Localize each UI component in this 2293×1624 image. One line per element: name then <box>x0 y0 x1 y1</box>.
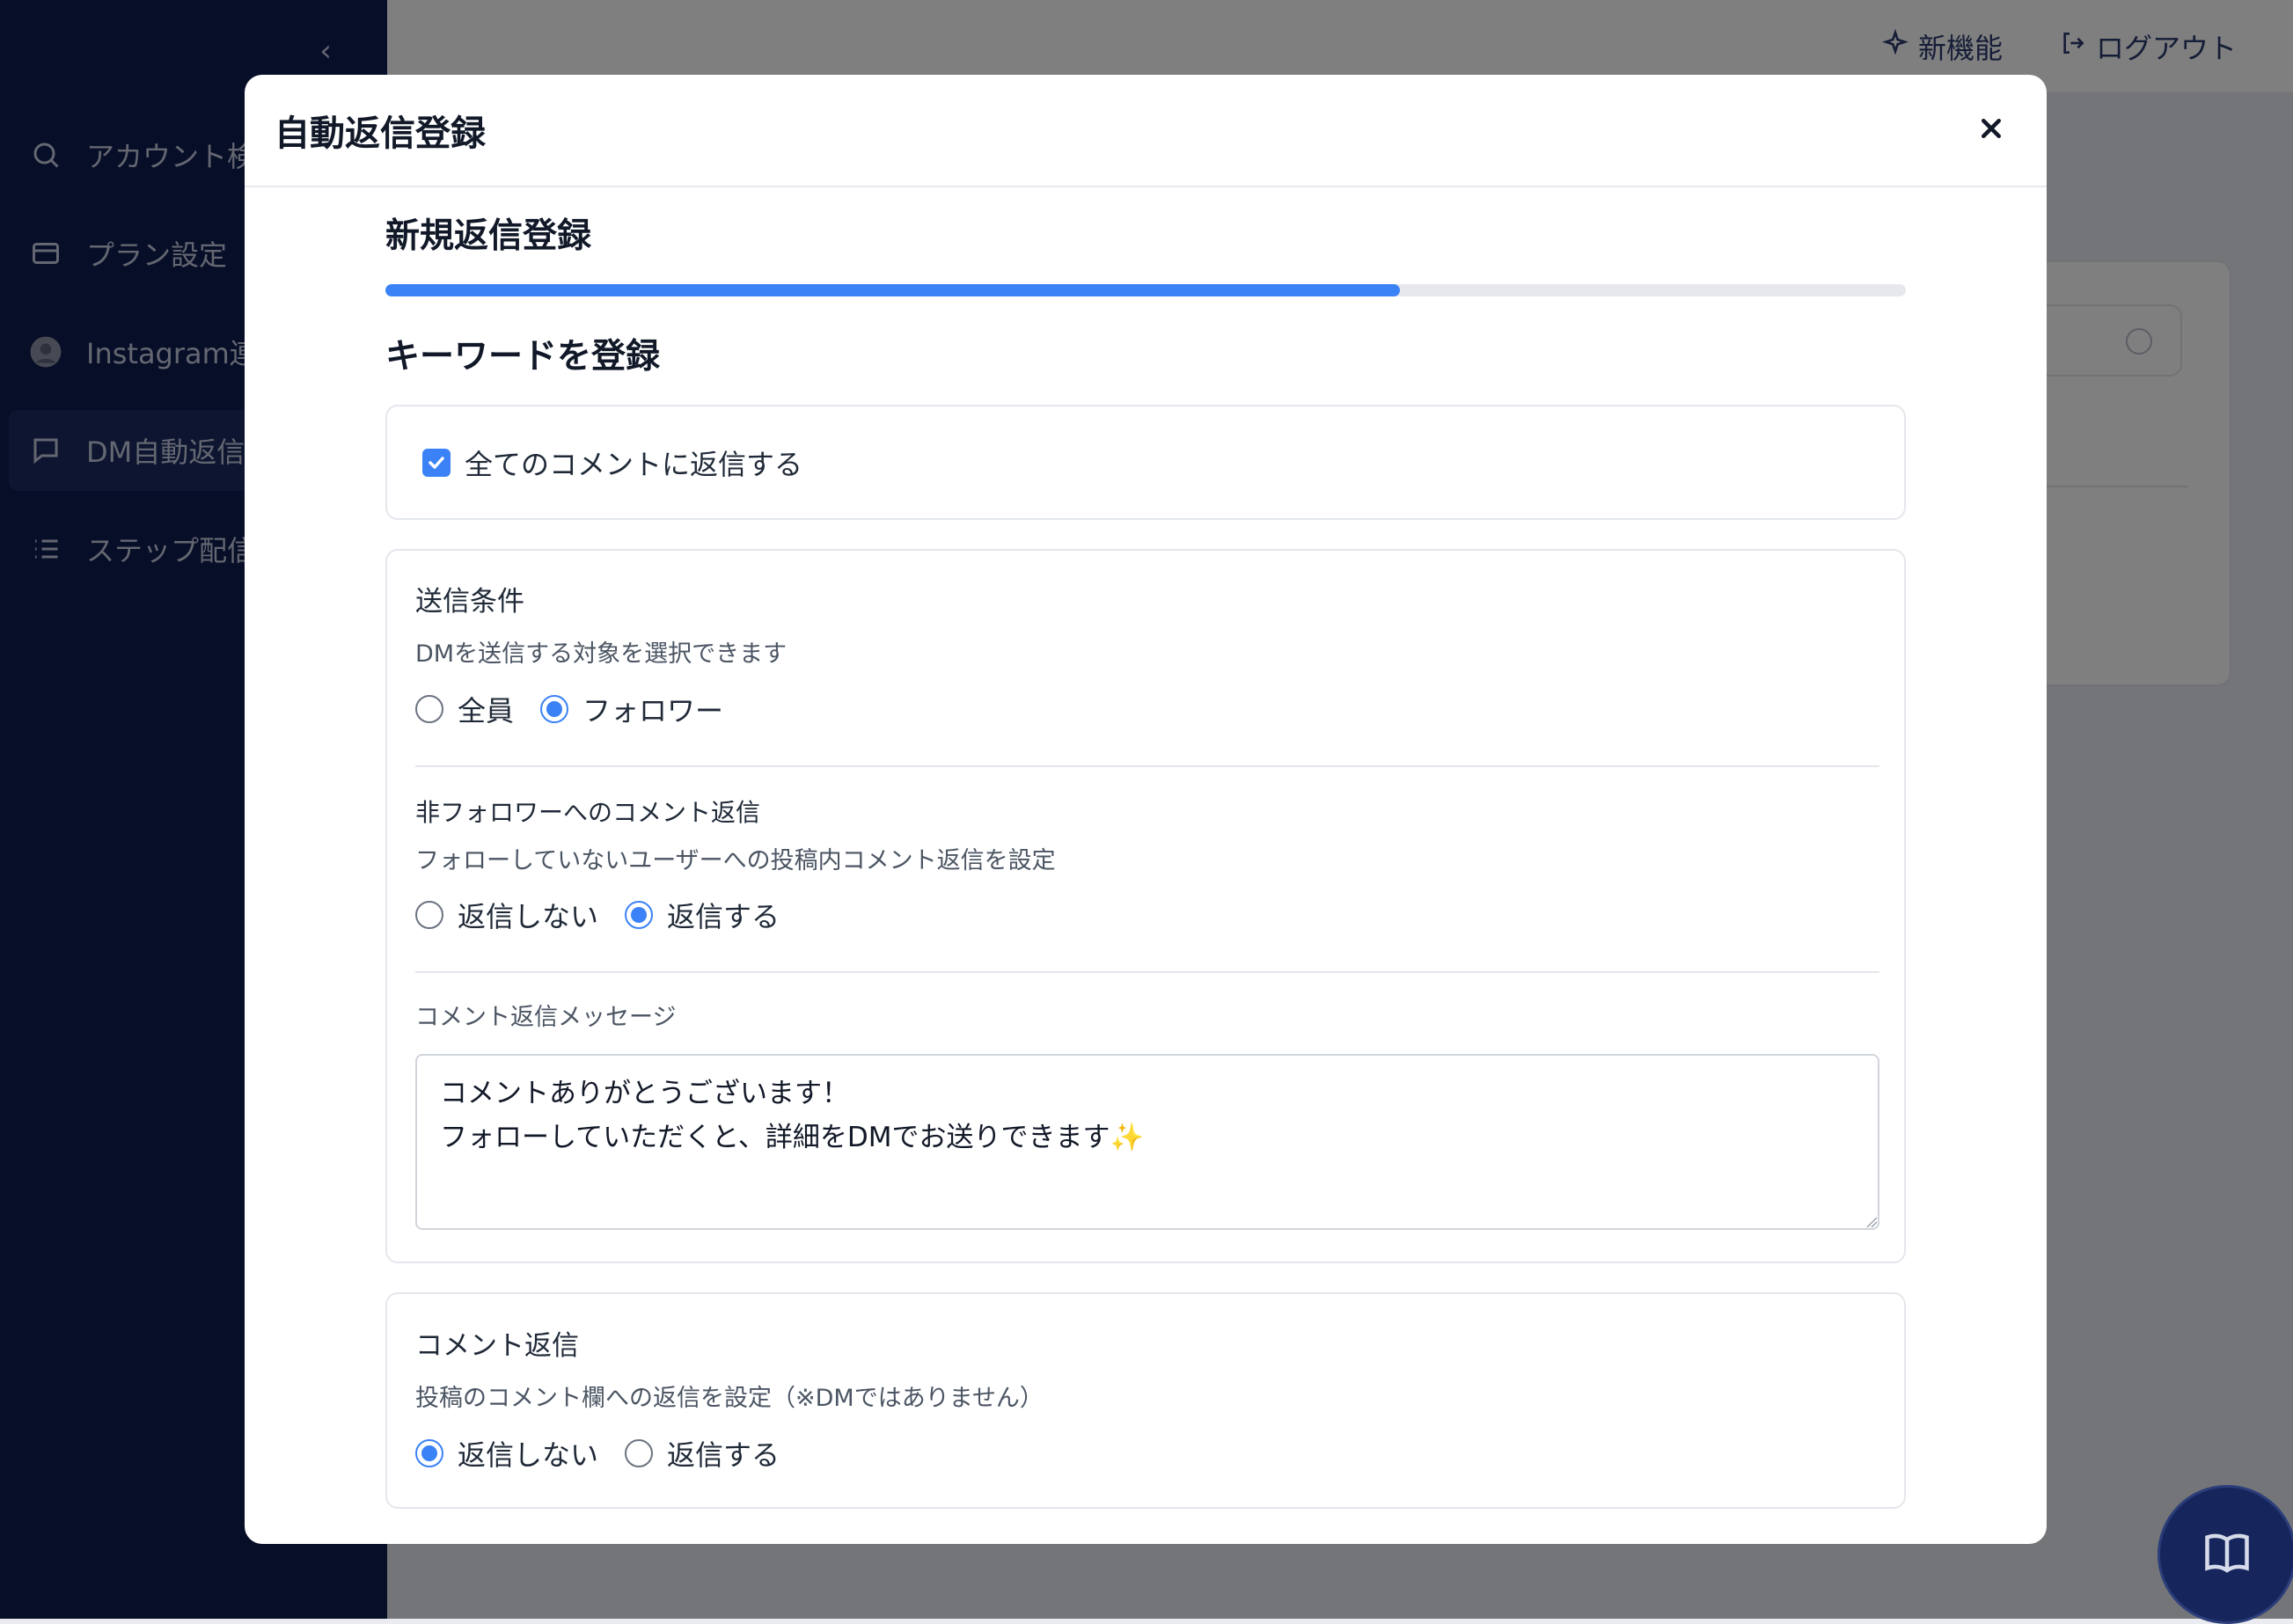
modal-title: 自動返信登録 <box>275 113 486 154</box>
non-follower-title: 非フォロワーへのコメント返信 <box>415 798 761 827</box>
resize-handle-icon[interactable] <box>1865 1216 1878 1228</box>
close-button[interactable] <box>1969 108 2013 152</box>
comment-reply-description: 投稿のコメント欄への返信を設定（※DMではありません） <box>415 1385 1044 1412</box>
radio-comment-no-reply-label[interactable]: 返信しない <box>458 1433 598 1474</box>
radio-comment-no-reply[interactable] <box>415 1439 443 1467</box>
comment-reply-radio-group: 返信しない 返信する <box>415 1433 806 1474</box>
send-condition-card: 送信条件 DMを送信する対象を選択できます 全員 フォロワー 非フォロワーへのコ… <box>385 549 1906 1263</box>
non-follower-radio-group: 返信しない 返信する <box>415 895 806 935</box>
radio-comment-reply[interactable] <box>625 1439 654 1467</box>
radio-non-follower-reply-label[interactable]: 返信する <box>667 895 780 935</box>
all-comments-checkbox[interactable] <box>422 448 451 477</box>
radio-non-follower-no-reply-label[interactable]: 返信しない <box>458 895 598 935</box>
radio-comment-reply-label[interactable]: 返信する <box>667 1433 780 1474</box>
send-condition-title: 送信条件 <box>415 586 524 618</box>
send-condition-radio-group: 全員 フォロワー <box>415 689 750 729</box>
all-comments-checkbox-row[interactable]: 全てのコメントに返信する <box>387 406 1904 518</box>
modal-header: 自動返信登録 <box>245 75 2047 187</box>
radio-everyone[interactable] <box>415 695 443 723</box>
send-condition-description: DMを送信する対象を選択できます <box>415 640 788 668</box>
divider <box>415 765 1879 767</box>
all-comments-label: 全てのコメントに返信する <box>465 447 803 481</box>
progress-fill <box>385 284 1400 296</box>
auto-reply-modal: 自動返信登録 新規返信登録 キーワードを登録 全てのコメントに返信する 送信条件… <box>245 75 2047 1544</box>
book-icon <box>2201 1526 2253 1583</box>
progress-bar <box>385 284 1906 296</box>
comment-reply-title: コメント返信 <box>415 1330 579 1362</box>
radio-non-follower-no-reply[interactable] <box>415 901 443 929</box>
radio-followers[interactable] <box>540 695 569 723</box>
close-icon <box>1978 115 2004 145</box>
radio-everyone-label[interactable]: 全員 <box>458 689 514 729</box>
comment-message-label: コメント返信メッセージ <box>415 1004 677 1031</box>
help-button[interactable] <box>2157 1485 2293 1624</box>
step-title: 新規返信登録 <box>385 216 592 256</box>
radio-followers-label[interactable]: フォロワー <box>582 689 723 729</box>
all-comments-card: 全てのコメントに返信する <box>385 405 1906 520</box>
non-follower-description: フォローしていないユーザーへの投稿内コメント返信を設定 <box>415 847 1056 874</box>
comment-reply-card: コメント返信 投稿のコメント欄への返信を設定（※DMではありません） 返信しない… <box>385 1292 1906 1509</box>
divider <box>415 971 1879 973</box>
radio-non-follower-reply[interactable] <box>625 901 654 929</box>
section-title: キーワードを登録 <box>385 337 661 377</box>
comment-message-textarea[interactable]: コメントありがとうございます！ フォローしていただくと、詳細をDMでお送りできま… <box>415 1054 1879 1230</box>
